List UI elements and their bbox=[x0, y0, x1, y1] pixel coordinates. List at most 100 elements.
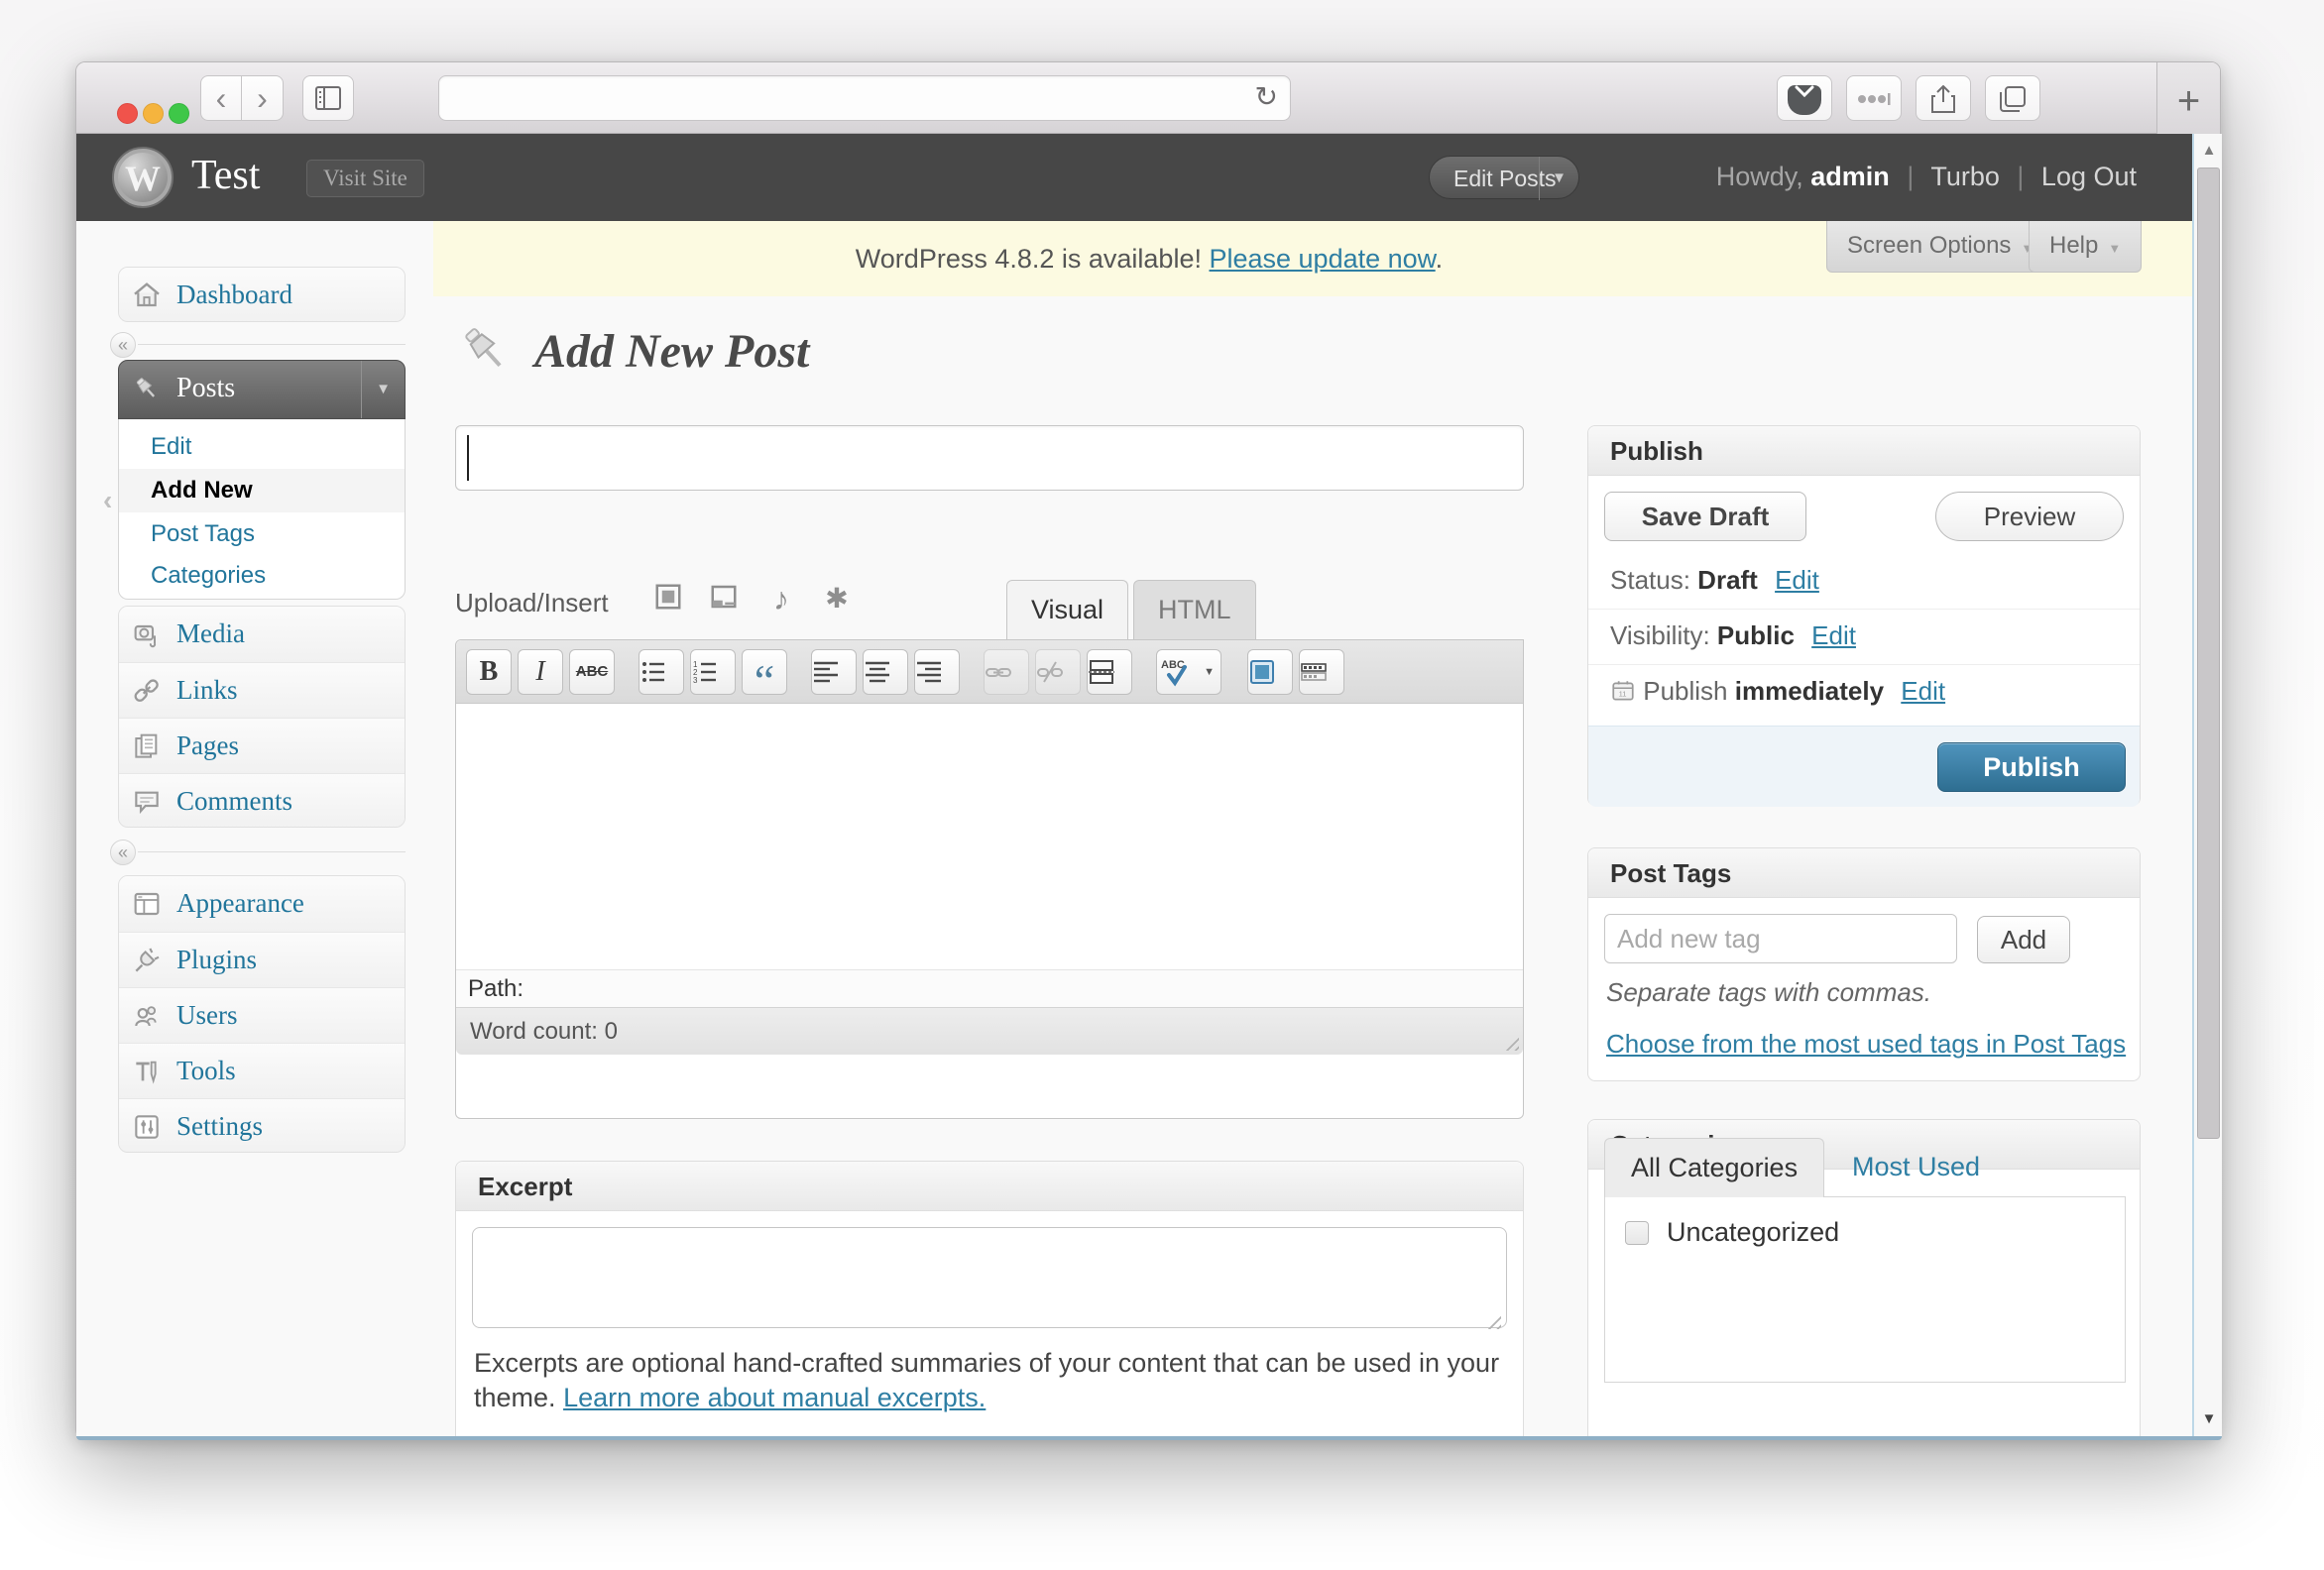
submenu-item-edit[interactable]: Edit bbox=[119, 425, 405, 469]
minimize-window-button[interactable] bbox=[143, 103, 164, 124]
chevron-down-icon[interactable]: ▼ bbox=[1204, 650, 1215, 694]
blockquote-button[interactable]: “ bbox=[742, 649, 787, 695]
edit-schedule-link[interactable]: Edit bbox=[1901, 676, 1945, 706]
new-tab-button[interactable]: + bbox=[2156, 62, 2220, 140]
post-title-input[interactable] bbox=[455, 425, 1524, 491]
strikethrough-button[interactable]: ABC bbox=[569, 649, 615, 695]
chevron-down-icon[interactable]: ▼ bbox=[361, 361, 405, 418]
align-left-button[interactable] bbox=[811, 649, 857, 695]
scroll-down-icon[interactable]: ▼ bbox=[2196, 1404, 2222, 1434]
submenu-item-post-tags[interactable]: Post Tags bbox=[119, 512, 405, 556]
scrollbar-thumb[interactable] bbox=[2197, 168, 2220, 1139]
close-window-button[interactable] bbox=[117, 103, 138, 124]
bold-button[interactable]: B bbox=[466, 649, 512, 695]
save-draft-button[interactable]: Save Draft bbox=[1604, 492, 1806, 541]
posts-submenu: Edit ‹ Add New Post Tags Categories bbox=[118, 419, 406, 600]
sidebar-item-plugins[interactable]: Plugins bbox=[119, 932, 405, 987]
excerpt-textarea[interactable] bbox=[472, 1227, 1507, 1328]
sidebar-toggle-button[interactable] bbox=[302, 75, 354, 121]
forward-button[interactable]: › bbox=[242, 75, 284, 121]
pocket-button[interactable] bbox=[1777, 75, 1832, 121]
edit-visibility-link[interactable]: Edit bbox=[1811, 620, 1856, 650]
align-right-button[interactable] bbox=[914, 649, 960, 695]
preview-button[interactable]: Preview bbox=[1935, 492, 2124, 541]
tab-all-categories[interactable]: All Categories bbox=[1604, 1138, 1824, 1197]
numbered-list-button[interactable]: 1 2 3 bbox=[690, 649, 736, 695]
pages-icon bbox=[131, 730, 163, 762]
current-item-marker-icon: ‹ bbox=[103, 479, 112, 522]
scroll-up-icon[interactable]: ▲ bbox=[2196, 136, 2222, 166]
submenu-item-categories[interactable]: Categories bbox=[119, 554, 405, 598]
chevron-down-icon[interactable]: ▼ bbox=[1539, 157, 1578, 200]
insert-link-button[interactable] bbox=[984, 649, 1029, 695]
site-name[interactable]: Test bbox=[191, 152, 260, 199]
post-tags-panel: Post Tags Add Separate tags with commas.… bbox=[1587, 847, 2141, 1081]
fullscreen-button[interactable] bbox=[1247, 649, 1293, 695]
sidebar-item-tools[interactable]: Tools bbox=[119, 1043, 405, 1098]
link-icon bbox=[985, 658, 1012, 686]
dashboard-home-icon bbox=[131, 280, 163, 311]
excerpts-learn-more-link[interactable]: Learn more about manual excerpts. bbox=[563, 1383, 986, 1412]
tab-overview-button[interactable] bbox=[1985, 75, 2040, 121]
unlink-button[interactable] bbox=[1035, 649, 1081, 695]
tab-html[interactable]: HTML bbox=[1133, 580, 1256, 639]
align-center-button[interactable] bbox=[863, 649, 908, 695]
add-image-button[interactable] bbox=[653, 582, 687, 616]
publish-panel: Publish Save Draft Preview Status: Draft… bbox=[1587, 425, 2141, 806]
share-button[interactable] bbox=[1916, 75, 1971, 121]
sidebar-item-settings[interactable]: Settings bbox=[119, 1098, 405, 1153]
sidebar-item-pages[interactable]: Pages bbox=[119, 718, 405, 773]
extensions-button[interactable] bbox=[1846, 75, 1902, 121]
help-tab[interactable]: Help▼ bbox=[2029, 221, 2142, 273]
tab-visual[interactable]: Visual bbox=[1006, 580, 1128, 639]
more-tag-button[interactable] bbox=[1087, 649, 1132, 695]
sidebar-item-dashboard[interactable]: Dashboard bbox=[119, 268, 405, 322]
resize-handle[interactable] bbox=[1501, 1033, 1519, 1051]
turbo-link[interactable]: Turbo bbox=[1930, 162, 2000, 191]
collapse-menu-icon[interactable]: « bbox=[110, 332, 136, 358]
excerpt-panel-header[interactable]: Excerpt bbox=[456, 1162, 1523, 1211]
add-image-icon bbox=[653, 582, 683, 612]
back-button[interactable]: ‹ bbox=[200, 75, 242, 121]
bullet-list-button[interactable] bbox=[639, 649, 684, 695]
category-label: Uncategorized bbox=[1667, 1217, 1839, 1248]
kitchen-sink-button[interactable] bbox=[1299, 649, 1344, 695]
sidebar-item-comments[interactable]: Comments bbox=[119, 773, 405, 828]
sidebar-item-posts[interactable]: Posts ▼ bbox=[118, 360, 406, 419]
publish-button[interactable]: Publish bbox=[1937, 742, 2126, 792]
excerpt-description: Excerpts are optional hand-crafted summa… bbox=[474, 1346, 1509, 1415]
update-now-link[interactable]: Please update now bbox=[1209, 244, 1435, 274]
add-tag-button[interactable]: Add bbox=[1977, 916, 2070, 963]
sidebar-item-appearance[interactable]: Appearance bbox=[119, 876, 405, 932]
add-media-button[interactable]: ✱ bbox=[820, 582, 854, 616]
sidebar-group-library: Media Links Pages bbox=[118, 606, 406, 828]
reload-icon[interactable]: ↻ bbox=[1255, 80, 1278, 113]
italic-button[interactable]: I bbox=[518, 649, 563, 695]
logout-link[interactable]: Log Out bbox=[2041, 162, 2137, 191]
publish-panel-header[interactable]: Publish bbox=[1588, 426, 2140, 476]
tab-most-used[interactable]: Most Used bbox=[1826, 1138, 2006, 1197]
zoom-window-button[interactable] bbox=[169, 103, 189, 124]
kitchen-sink-icon bbox=[1300, 658, 1328, 686]
sidebar-item-users[interactable]: Users bbox=[119, 987, 405, 1043]
sidebar-item-media[interactable]: Media bbox=[119, 607, 405, 662]
submenu-item-add-new[interactable]: ‹ Add New bbox=[119, 469, 405, 512]
most-used-tags-link[interactable]: Choose from the most used tags in Post T… bbox=[1606, 1029, 2126, 1060]
address-bar[interactable]: ↻ bbox=[438, 75, 1291, 121]
spellcheck-button[interactable]: ABC ▼ bbox=[1156, 649, 1221, 695]
sidebar-item-links[interactable]: Links bbox=[119, 662, 405, 718]
editor-canvas[interactable] bbox=[456, 704, 1523, 969]
screen-options-tab[interactable]: Screen Options▼ bbox=[1826, 221, 2054, 273]
add-tag-input[interactable] bbox=[1604, 914, 1957, 963]
page-scrollbar[interactable]: ▲ ▼ bbox=[2192, 134, 2222, 1436]
word-count-bar: Word count: 0 bbox=[456, 1007, 1523, 1055]
add-video-button[interactable] bbox=[709, 582, 743, 616]
visit-site-button[interactable]: Visit Site bbox=[306, 160, 424, 197]
category-checkbox[interactable] bbox=[1625, 1221, 1649, 1245]
edit-status-link[interactable]: Edit bbox=[1775, 565, 1819, 595]
username-link[interactable]: admin bbox=[1810, 162, 1890, 191]
post-tags-panel-header[interactable]: Post Tags bbox=[1588, 848, 2140, 898]
favorites-menu[interactable]: Edit Posts ▼ bbox=[1429, 156, 1579, 199]
add-audio-button[interactable]: ♪ bbox=[764, 582, 798, 616]
collapse-menu-icon[interactable]: « bbox=[110, 840, 136, 865]
